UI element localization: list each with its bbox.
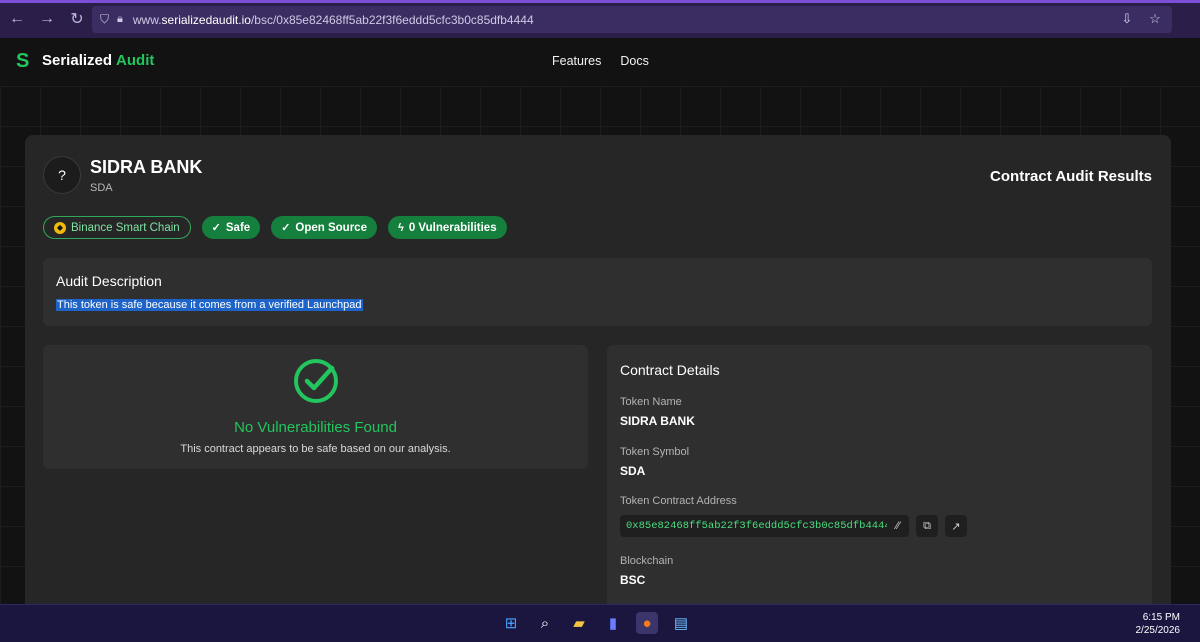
audit-card: ? SIDRA BANK SDA Contract Audit Results … (25, 135, 1171, 615)
logo-accent-text: Audit (116, 52, 155, 69)
check-circle-icon: ✓ (281, 222, 291, 234)
contract-address-label: Token Contract Address (620, 495, 737, 507)
url-text: www.serializedaudit.io/bsc/0x85e82468ff5… (132, 12, 534, 27)
token-name-value: SIDRA BANK (620, 414, 695, 428)
nav-link-features[interactable]: Features (552, 54, 601, 68)
nav-link-docs[interactable]: Docs (620, 54, 648, 68)
token-name-label: Token Name (620, 396, 682, 408)
contract-address-value: 0x85e82468ff5ab22f3f6eddd5cfc3b0c85dfb44… (620, 515, 897, 537)
contract-details-panel: Contract Details Token Name SIDRA BANK T… (607, 345, 1152, 615)
logo-icon: S (16, 50, 30, 72)
audit-description-panel: Audit Description This token is safe bec… (43, 258, 1152, 326)
audit-description-title: Audit Description (56, 273, 162, 289)
vulnerability-subtitle: This contract appears to be safe based o… (180, 443, 451, 455)
chain-badge: ◆ Binance Smart Chain (43, 216, 191, 239)
bnb-icon: ◆ (54, 221, 66, 234)
clock-date: 2/25/2026 (1135, 625, 1181, 636)
blockchain-label: Blockchain (620, 555, 674, 567)
site-header: S Serialized Audit Features Docs (0, 38, 1200, 86)
token-avatar: ? (43, 156, 81, 194)
chart-icon[interactable]: ⁄⁄ (887, 515, 909, 537)
back-icon[interactable]: ← (4, 6, 30, 32)
check-circle-icon (294, 359, 338, 403)
windows-taskbar: ⊞ ⌕ ▰ ▮ ● ▤ 6:15 PM 2/25/2026 (0, 604, 1200, 642)
lightning-icon: ϟ (397, 221, 404, 234)
browser-toolbar: ← → ↻ ⛉ 🔒︎ www.serializedaudit.io/bsc/0x… (0, 0, 1200, 38)
reload-icon[interactable]: ↻ (64, 6, 90, 32)
open-source-badge: ✓ Open Source (271, 216, 377, 239)
external-link-icon[interactable]: ↗ (945, 515, 967, 537)
bookmark-star-icon[interactable]: ☆ (1146, 10, 1164, 28)
page-title: Contract Audit Results (990, 168, 1152, 185)
vulnerability-title: No Vulnerabilities Found (234, 419, 397, 436)
system-clock[interactable]: 6:15 PM 2/25/2026 (1136, 611, 1181, 637)
token-symbol-value: SDA (620, 464, 646, 478)
forward-icon[interactable]: → (34, 6, 60, 32)
safe-badge: ✓ Safe (201, 216, 261, 239)
vulnerabilities-badge: ϟ 0 Vulnerabilities (387, 216, 507, 239)
notepad-icon[interactable]: ▤ (670, 612, 692, 634)
stats-app-icon[interactable]: ▮ (602, 612, 624, 634)
open-source-badge-label: Open Source (295, 221, 367, 234)
check-circle-icon: ✓ (211, 222, 221, 234)
token-symbol: SDA (90, 182, 113, 194)
address-bar[interactable]: ⛉ 🔒︎ www.serializedaudit.io/bsc/0x85e824… (92, 6, 1172, 33)
clock-time: 6:15 PM (1142, 612, 1180, 623)
badge-row: ◆ Binance Smart Chain ✓ Safe ✓ Open Sour… (43, 216, 507, 239)
logo-text: Serialized (42, 52, 113, 69)
token-name: SIDRA BANK (90, 157, 203, 177)
vulnerabilities-badge-label: 0 Vulnerabilities (408, 221, 497, 234)
lock-icon: 🔒︎ (117, 13, 123, 25)
blockchain-value: BSC (620, 573, 646, 587)
shield-icon: ⛉ (100, 12, 110, 26)
vulnerability-panel: No Vulnerabilities Found This contract a… (43, 345, 588, 469)
file-explorer-icon[interactable]: ▰ (568, 612, 590, 634)
site-logo[interactable]: S Serialized Audit (16, 51, 154, 71)
main-area: ? SIDRA BANK SDA Contract Audit Results … (0, 86, 1200, 615)
top-nav: Features Docs (552, 54, 649, 68)
contract-details-title: Contract Details (620, 362, 720, 378)
safe-badge-label: Safe (225, 221, 251, 234)
download-icon[interactable]: ⇩ (1118, 10, 1136, 28)
windows-start-icon[interactable]: ⊞ (500, 612, 522, 634)
copy-icon[interactable]: ⧉ (916, 515, 938, 537)
chain-badge-label: Binance Smart Chain (71, 221, 180, 234)
audit-description-text: This token is safe because it comes from… (56, 299, 363, 311)
search-icon[interactable]: ⌕ (534, 612, 556, 634)
firefox-icon[interactable]: ● (636, 612, 658, 634)
token-symbol-label: Token Symbol (620, 446, 690, 458)
